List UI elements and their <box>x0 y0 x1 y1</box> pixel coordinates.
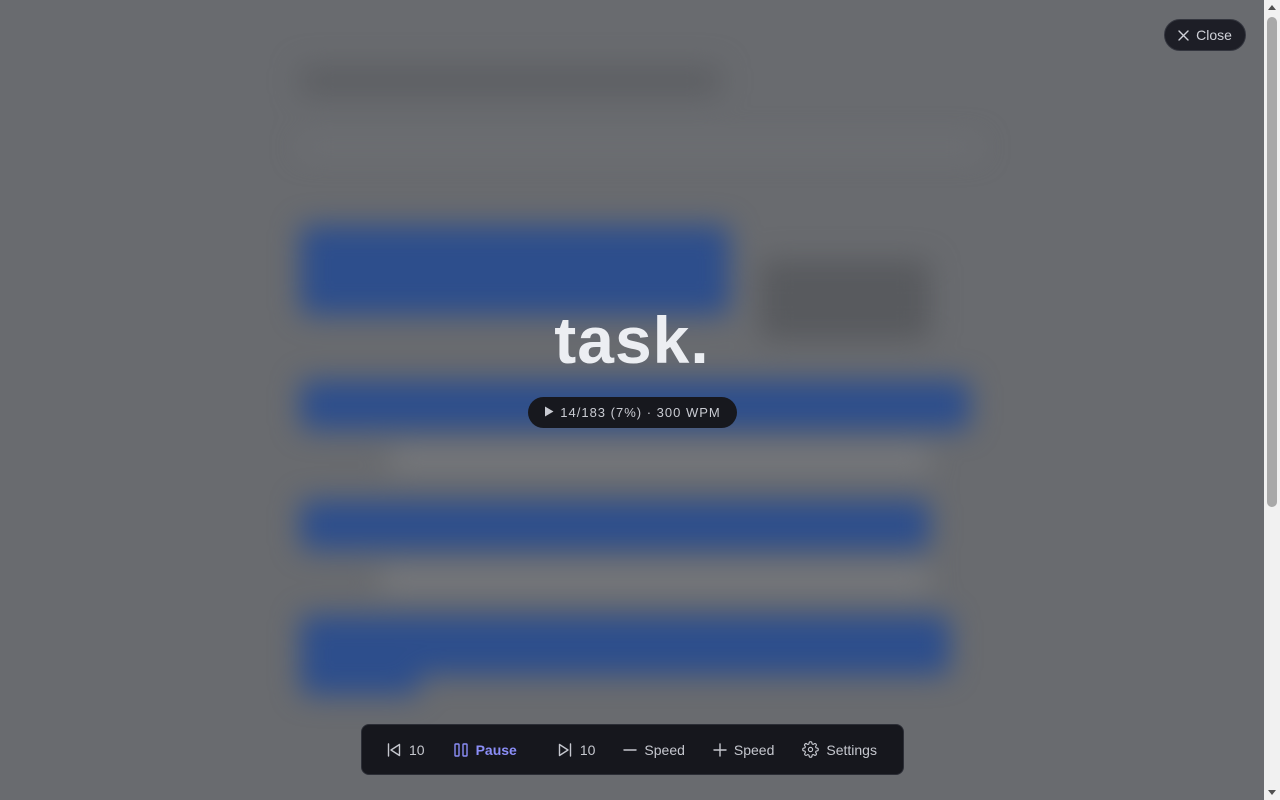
pause-button[interactable]: Pause <box>439 732 543 768</box>
scroll-up-arrow-icon[interactable] <box>1268 5 1276 10</box>
reading-status: 14/183 (7%) · 300 WPM <box>528 397 737 428</box>
plus-icon <box>713 742 727 757</box>
reading-status-text: 14/183 (7%) · 300 WPM <box>560 405 721 420</box>
close-icon <box>1178 29 1189 41</box>
skip-back-label: 10 <box>409 741 425 758</box>
close-button[interactable]: Close <box>1164 19 1246 51</box>
current-word: task. <box>554 303 710 377</box>
skip-forward-label: 10 <box>579 741 596 758</box>
minus-icon <box>623 743 638 757</box>
pause-label: Pause <box>475 741 517 758</box>
playback-controls: 10 Pause 10 Speed Speed Settings <box>361 724 904 775</box>
skip-back-icon <box>386 742 402 758</box>
scrollbar-thumb[interactable] <box>1267 17 1277 507</box>
speed-up-button[interactable]: Speed <box>699 732 788 768</box>
vertical-scrollbar[interactable] <box>1264 0 1280 800</box>
reader-overlay: Close task. 14/183 (7%) · 300 WPM 10 Pau… <box>0 0 1280 800</box>
settings-button[interactable]: Settings <box>788 732 891 768</box>
speed-up-label: Speed <box>733 741 775 758</box>
pause-icon <box>453 742 469 758</box>
skip-forward-icon <box>557 742 573 758</box>
skip-forward-button[interactable]: 10 <box>543 732 610 768</box>
close-button-label: Close <box>1196 27 1232 43</box>
speed-down-button[interactable]: Speed <box>609 732 698 768</box>
speed-down-label: Speed <box>644 741 685 758</box>
settings-label: Settings <box>826 741 877 758</box>
gear-icon <box>802 741 820 758</box>
play-icon <box>544 405 554 420</box>
scroll-down-arrow-icon[interactable] <box>1268 790 1276 795</box>
skip-back-button[interactable]: 10 <box>372 732 439 768</box>
